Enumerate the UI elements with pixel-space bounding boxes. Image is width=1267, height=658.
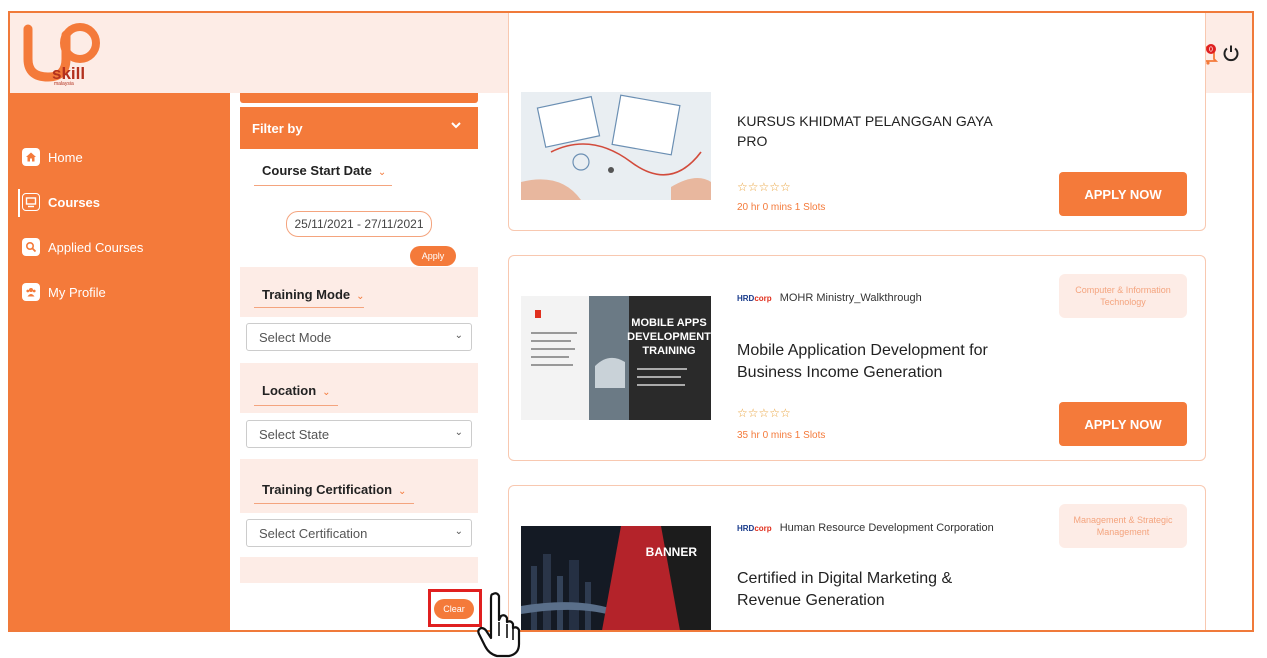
training-certification-label[interactable]: Training Certification ⌄ xyxy=(262,482,406,497)
sidebar: Home Courses Applied Courses My Profile xyxy=(10,93,230,630)
chevron-down-icon: ⌄ xyxy=(322,387,331,398)
category-badge: Computer & Information Technology xyxy=(1059,274,1187,318)
sidebar-item-label: Home xyxy=(48,149,83,165)
date-range-input[interactable]: 25/11/2021 - 27/11/2021 xyxy=(286,211,432,237)
users-icon xyxy=(22,283,40,301)
app-frame: skill malaysia EN|BM 0 Home C xyxy=(8,11,1254,632)
filter-top-strip xyxy=(240,93,478,103)
chevron-down-icon: ⌄ xyxy=(454,526,463,537)
location-label[interactable]: Location ⌄ xyxy=(262,383,331,398)
category-badge: Management & Strategic Management xyxy=(1059,504,1187,548)
chevron-down-icon xyxy=(451,122,461,129)
course-thumbnail[interactable] xyxy=(521,92,711,200)
svg-text:MOBILE APPS: MOBILE APPS xyxy=(631,317,706,329)
svg-text:DEVELOPMENT: DEVELOPMENT xyxy=(627,331,711,343)
filter-panel: Filter by Course Start Date ⌄ 25/11/2021 … xyxy=(240,107,478,583)
training-mode-select[interactable]: Select Mode ⌄ xyxy=(246,323,472,351)
course-title[interactable]: KURSUS KHIDMAT PELANGGAN GAYA PRO xyxy=(737,112,1017,151)
hrd-logo: HRDcorp xyxy=(737,523,772,533)
svg-text:TRAINING: TRAINING xyxy=(642,345,695,357)
course-title[interactable]: Certified in Digital Marketing & Revenue… xyxy=(737,568,1017,613)
chevron-down-icon: ⌄ xyxy=(377,167,387,178)
apply-date-button[interactable]: Apply xyxy=(410,246,456,266)
svg-text:0: 0 xyxy=(1209,47,1213,54)
search-icon xyxy=(22,238,40,256)
course-provider: HRDcorp Human Resource Development Corpo… xyxy=(737,522,994,534)
course-thumbnail[interactable]: BANNER xyxy=(521,526,711,632)
course-thumbnail[interactable]: MOBILE APPS DEVELOPMENT TRAINING xyxy=(521,296,711,420)
filter-header[interactable]: Filter by xyxy=(240,107,478,149)
course-card: BANNER HRDcorp Human Resource Developmen… xyxy=(508,485,1206,632)
sidebar-item-courses[interactable]: Courses xyxy=(17,189,101,217)
sidebar-item-label: Courses xyxy=(48,194,101,210)
sidebar-item-my-profile[interactable]: My Profile xyxy=(22,283,106,301)
hrd-logo: HRDcorp xyxy=(737,293,772,303)
course-provider: HRDcorp MOHR Ministry_Walkthrough xyxy=(737,292,922,304)
course-title[interactable]: Mobile Application Development for Busin… xyxy=(737,340,1017,385)
sidebar-item-label: My Profile xyxy=(48,284,106,300)
chevron-down-icon: ⌄ xyxy=(356,291,365,302)
svg-text:BANNER: BANNER xyxy=(646,545,698,559)
filter-title: Filter by xyxy=(252,121,303,136)
home-icon xyxy=(22,148,40,166)
courses-icon xyxy=(22,193,40,211)
hand-pointer-icon xyxy=(477,592,521,658)
divider xyxy=(254,307,364,308)
upskill-logo[interactable]: skill malaysia xyxy=(22,21,112,87)
state-select[interactable]: Select State ⌄ xyxy=(246,420,472,448)
rating-stars: ☆☆☆☆☆ xyxy=(737,406,791,420)
divider xyxy=(254,185,392,186)
divider xyxy=(254,503,414,504)
apply-now-button[interactable]: APPLY NOW xyxy=(1059,172,1187,216)
power-icon[interactable] xyxy=(1222,44,1240,62)
course-card: KURSUS KHIDMAT PELANGGAN GAYA PRO ☆☆☆☆☆ … xyxy=(508,13,1206,231)
course-card: MOBILE APPS DEVELOPMENT TRAINING HRDcorp… xyxy=(508,255,1206,461)
apply-now-button[interactable]: APPLY NOW xyxy=(1059,402,1187,446)
svg-text:malaysia: malaysia xyxy=(54,81,74,87)
chevron-down-icon: ⌄ xyxy=(398,486,407,497)
sidebar-item-label: Applied Courses xyxy=(48,239,144,255)
course-start-date-label[interactable]: Course Start Date ⌄ xyxy=(262,163,386,178)
training-mode-label[interactable]: Training Mode ⌄ xyxy=(262,287,365,302)
course-meta: 20 hr 0 mins 1 Slots xyxy=(737,202,826,213)
certification-select[interactable]: Select Certification ⌄ xyxy=(246,519,472,547)
chevron-down-icon: ⌄ xyxy=(454,427,463,438)
filter-column: Filter by Course Start Date ⌄ 25/11/2021 … xyxy=(230,93,500,630)
course-meta: 35 hr 0 mins 1 Slots xyxy=(737,430,826,441)
chevron-down-icon: ⌄ xyxy=(454,330,463,341)
divider xyxy=(254,405,338,406)
rating-stars: ☆☆☆☆☆ xyxy=(737,180,791,194)
sidebar-item-home[interactable]: Home xyxy=(22,148,83,166)
sidebar-item-applied-courses[interactable]: Applied Courses xyxy=(22,238,143,256)
